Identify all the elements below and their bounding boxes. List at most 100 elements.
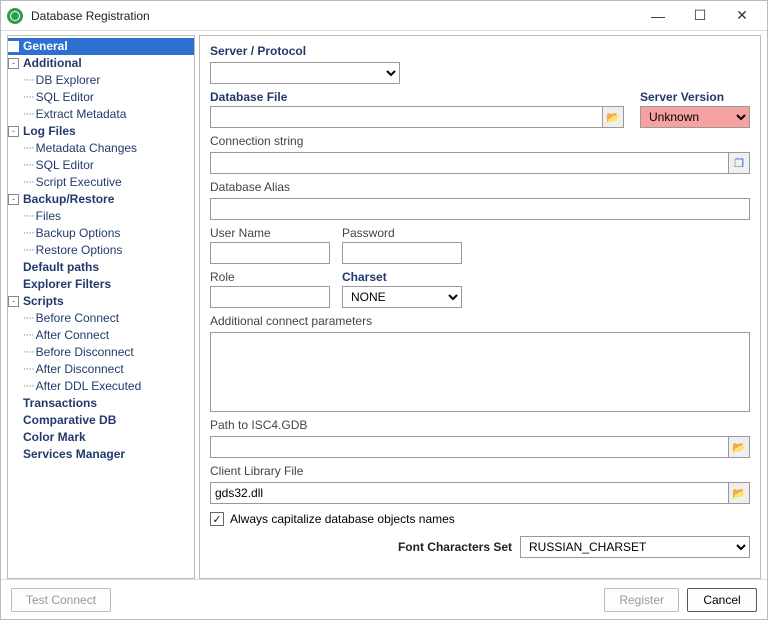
tree-item[interactable]: ····SQL Editor <box>8 89 194 106</box>
server-protocol-label: Server / Protocol <box>210 44 750 58</box>
tree-item-label: Backup/Restore <box>23 191 114 208</box>
tree-item[interactable]: Default paths <box>8 259 194 276</box>
tree-item[interactable]: -Scripts ····Before Connect ····After Co… <box>8 293 194 395</box>
font-charset-label: Font Characters Set <box>398 540 512 554</box>
tree-item[interactable]: Comparative DB <box>8 412 194 429</box>
tree-item[interactable]: ····Before Disconnect <box>8 344 194 361</box>
tree-toggle-icon[interactable]: - <box>8 194 19 205</box>
tree-item[interactable]: ····Script Executive <box>8 174 194 191</box>
tree-item-label: Before Connect <box>36 310 119 327</box>
tree-item-label: SQL Editor <box>36 157 94 174</box>
server-protocol-select[interactable] <box>210 62 400 84</box>
always-capitalize-checkbox[interactable]: ✓ <box>210 512 224 526</box>
role-label: Role <box>210 270 330 284</box>
database-file-input[interactable] <box>210 106 602 128</box>
tree-item-label: Script Executive <box>36 174 122 191</box>
tree-item[interactable]: ····Restore Options <box>8 242 194 259</box>
isc4-browse-button[interactable]: 📂 <box>728 436 750 458</box>
connection-string-copy-button[interactable]: ❐ <box>728 152 750 174</box>
tree-item-label: Default paths <box>23 259 99 276</box>
tree-item-label: Additional <box>23 55 82 72</box>
register-button[interactable]: Register <box>604 588 679 612</box>
username-label: User Name <box>210 226 330 240</box>
minimize-button[interactable]: — <box>639 2 677 30</box>
tree-item[interactable]: Explorer Filters <box>8 276 194 293</box>
tree-item-label: Metadata Changes <box>36 140 137 157</box>
tree-item-label: Comparative DB <box>23 412 116 429</box>
password-input[interactable] <box>342 242 462 264</box>
addl-params-label: Additional connect parameters <box>210 314 750 328</box>
always-capitalize-label: Always capitalize database objects names <box>230 512 455 526</box>
tree-item-label: Color Mark <box>23 429 86 446</box>
tree-item-label: Files <box>36 208 61 225</box>
username-input[interactable] <box>210 242 330 264</box>
tree-item[interactable]: Color Mark <box>8 429 194 446</box>
tree-item[interactable]: ····DB Explorer <box>8 72 194 89</box>
tree-item-label: DB Explorer <box>36 72 101 89</box>
tree-item-label: Transactions <box>23 395 97 412</box>
connection-string-label: Connection string <box>210 134 750 148</box>
tree-item[interactable]: -Backup/Restore ····Files ····Backup Opt… <box>8 191 194 259</box>
tree-item[interactable]: Transactions <box>8 395 194 412</box>
database-file-label: Database File <box>210 90 624 104</box>
tree-item[interactable]: Services Manager <box>8 446 194 463</box>
role-input[interactable] <box>210 286 330 308</box>
test-connect-button[interactable]: Test Connect <box>11 588 111 612</box>
database-file-browse-button[interactable]: 📂 <box>602 106 624 128</box>
tree-item-label: Scripts <box>23 293 64 310</box>
tree-item[interactable]: ····After DDL Executed <box>8 378 194 395</box>
tree-toggle-icon[interactable]: - <box>8 126 19 137</box>
client-lib-input[interactable] <box>210 482 728 504</box>
tree-item[interactable]: -Additional ····DB Explorer ····SQL Edit… <box>8 55 194 123</box>
nav-tree[interactable]: General-Additional ····DB Explorer ····S… <box>7 35 195 579</box>
tree-item-label: After Connect <box>36 327 109 344</box>
tree-item-label: General <box>23 38 68 55</box>
connection-string-input <box>210 152 728 174</box>
tree-item[interactable]: ····Before Connect <box>8 310 194 327</box>
tree-toggle-icon[interactable]: - <box>8 58 19 69</box>
server-version-select[interactable]: Unknown <box>640 106 750 128</box>
cancel-button[interactable]: Cancel <box>687 588 757 612</box>
tree-item-label: Services Manager <box>23 446 125 463</box>
tree-item[interactable]: ····SQL Editor <box>8 157 194 174</box>
client-lib-label: Client Library File <box>210 464 750 478</box>
isc4-input[interactable] <box>210 436 728 458</box>
tree-item-label: Backup Options <box>36 225 121 242</box>
window: Database Registration — ☐ ✕ General-Addi… <box>0 0 768 620</box>
window-title: Database Registration <box>31 9 639 23</box>
copy-icon: ❐ <box>734 157 744 170</box>
addl-params-textarea[interactable] <box>210 332 750 412</box>
close-button[interactable]: ✕ <box>723 2 761 30</box>
tree-item[interactable]: ····Backup Options <box>8 225 194 242</box>
tree-item[interactable]: ····After Disconnect <box>8 361 194 378</box>
client-lib-browse-button[interactable]: 📂 <box>728 482 750 504</box>
server-version-label: Server Version <box>640 90 750 104</box>
tree-item[interactable]: ····After Connect <box>8 327 194 344</box>
database-alias-input[interactable] <box>210 198 750 220</box>
tree-item[interactable]: ····Metadata Changes <box>8 140 194 157</box>
tree-item[interactable]: -Log Files ····Metadata Changes ····SQL … <box>8 123 194 191</box>
tree-item[interactable]: General <box>8 38 194 55</box>
password-label: Password <box>342 226 462 240</box>
tree-item-label: Log Files <box>23 123 76 140</box>
charset-label: Charset <box>342 270 462 284</box>
folder-icon: 📂 <box>606 111 620 124</box>
tree-item-label: Before Disconnect <box>36 344 134 361</box>
tree-item-label: SQL Editor <box>36 89 94 106</box>
app-icon <box>7 8 23 24</box>
folder-icon: 📂 <box>732 487 746 500</box>
tree-item-label: Extract Metadata <box>36 106 127 123</box>
tree-item-label: After Disconnect <box>36 361 124 378</box>
tree-item[interactable]: ····Files <box>8 208 194 225</box>
tree-toggle-icon[interactable]: - <box>8 296 19 307</box>
tree-item-label: Restore Options <box>36 242 123 259</box>
tree-item[interactable]: ····Extract Metadata <box>8 106 194 123</box>
folder-icon: 📂 <box>732 441 746 454</box>
charset-select[interactable]: NONE <box>342 286 462 308</box>
font-charset-select[interactable]: RUSSIAN_CHARSET <box>520 536 750 558</box>
footer: Test Connect Register Cancel <box>1 579 767 619</box>
maximize-button[interactable]: ☐ <box>681 2 719 30</box>
isc4-label: Path to ISC4.GDB <box>210 418 750 432</box>
titlebar: Database Registration — ☐ ✕ <box>1 1 767 31</box>
database-alias-label: Database Alias <box>210 180 750 194</box>
